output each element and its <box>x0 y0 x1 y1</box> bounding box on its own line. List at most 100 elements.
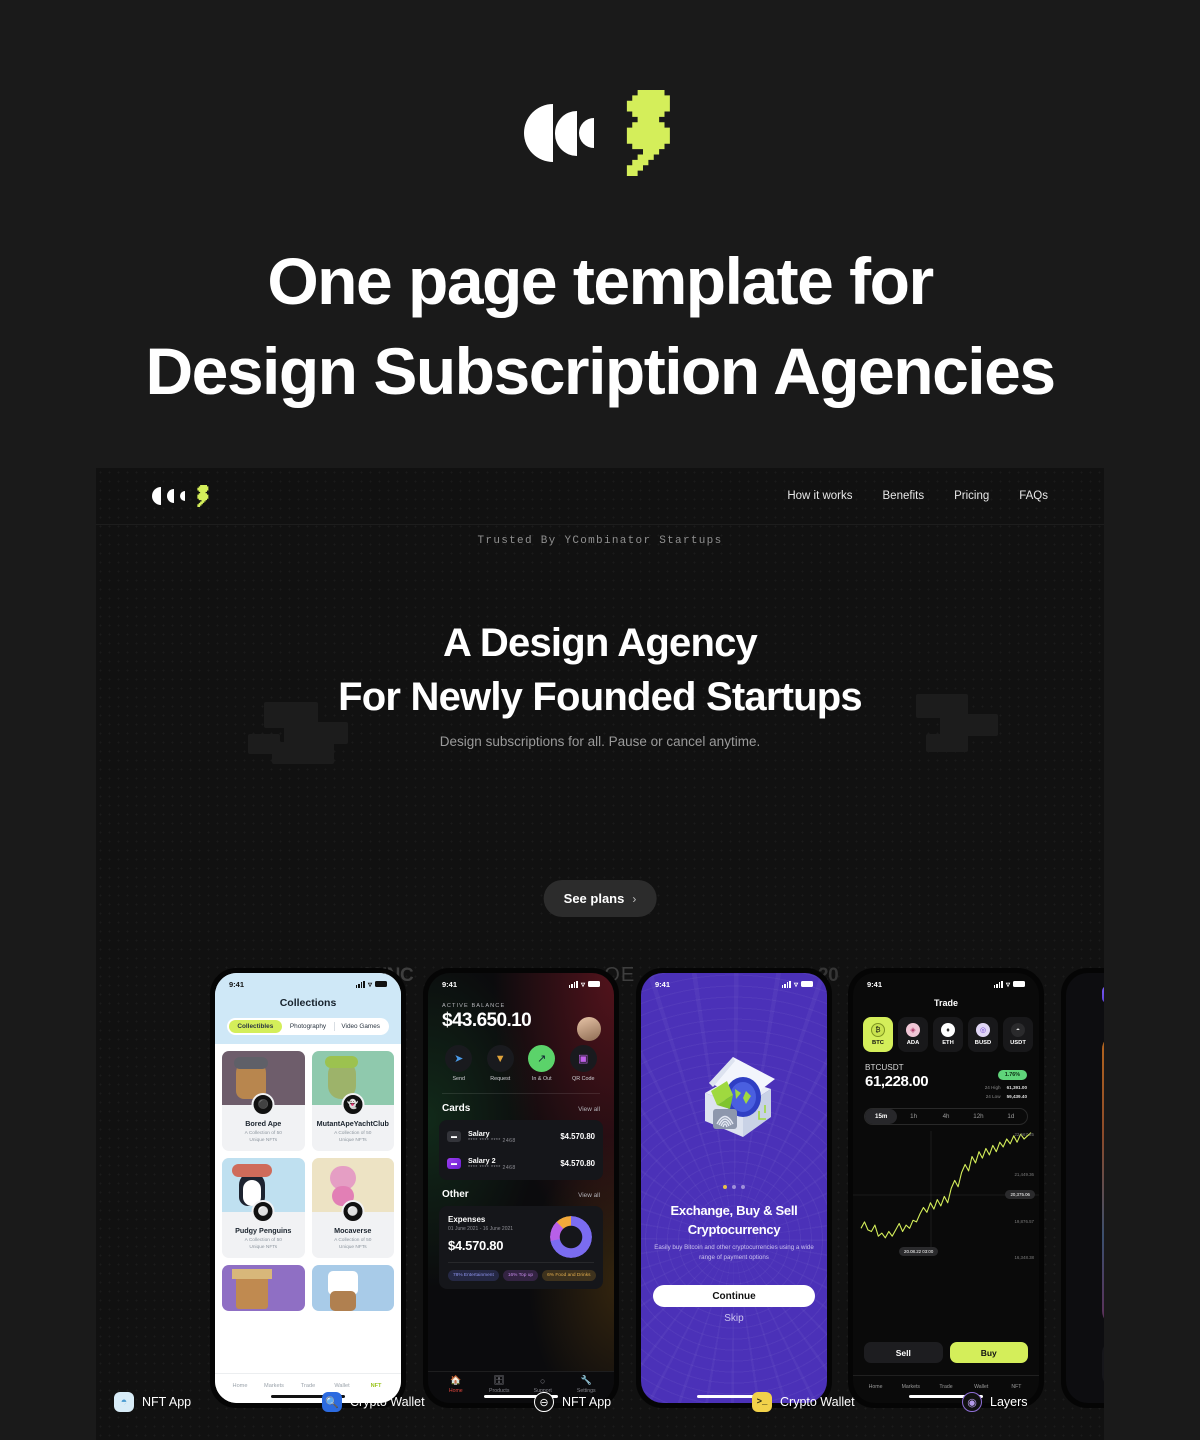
caption-layers: ◉ Layers <box>962 1392 1028 1412</box>
nft-card[interactable] <box>311 1265 394 1311</box>
tab-markets[interactable]: Markets <box>257 1383 291 1389</box>
navbar-logo[interactable] <box>152 485 210 507</box>
card-icon: ▬ <box>447 1131 461 1142</box>
cards-view-all[interactable]: View all <box>578 1106 600 1113</box>
nft-card[interactable]: ⚪ Pudgy Penguins A Collection of 50 Uniq… <box>222 1158 305 1258</box>
status-icons: ▿ <box>993 980 1025 989</box>
timeframe-1h[interactable]: 1h <box>897 1109 929 1124</box>
card-number: **** **** **** 2468 <box>468 1165 516 1171</box>
brand-logo <box>0 88 1200 178</box>
buy-button[interactable]: Buy <box>949 1342 1028 1363</box>
change-badge: 1.76% <box>997 1070 1027 1080</box>
status-time: 9:41 <box>655 979 671 989</box>
caption-crypto-wallet-2: >_ Crypto Wallet <box>752 1392 855 1412</box>
trusted-by-bar: Trusted By YCombinator Startups <box>96 524 1104 556</box>
low-row: 24 Low 59,439.40 <box>985 1094 1027 1099</box>
coin-busd[interactable]: ◎ BUSD <box>968 1017 998 1052</box>
tab-nft[interactable]: NFT <box>359 1383 393 1389</box>
trade-actions: Sell Buy <box>864 1342 1028 1363</box>
tab-home[interactable]: Home <box>858 1384 893 1390</box>
tab-wallet[interactable]: Wallet <box>325 1383 359 1389</box>
tab-markets[interactable]: Markets <box>893 1384 928 1390</box>
timeframe-4h[interactable]: 4h <box>930 1109 962 1124</box>
cards-list: ▬ Salary **** **** **** 2468 $4.570.80 ▬… <box>439 1120 603 1180</box>
timeframe-12h[interactable]: 12h <box>962 1109 994 1124</box>
nft-avatar-badge: ⚪ <box>341 1200 365 1223</box>
card-row[interactable]: ▬ Salary **** **** **** 2468 $4.570.80 <box>439 1123 603 1150</box>
phone-nft-app: 9:41 ▿ Collections Collectibles Photogra… <box>210 968 406 1408</box>
nav-link-faqs[interactable]: FAQs <box>1019 490 1048 502</box>
other-view-all[interactable]: View all <box>578 1192 600 1199</box>
price-chart[interactable]: 22,667.25 21,449.36 19,876.57 16,348.38 … <box>853 1131 1039 1281</box>
segment-collectibles[interactable]: Collectibles <box>229 1020 282 1033</box>
card-number: **** **** **** 2468 <box>468 1138 516 1144</box>
status-time: 9:41 <box>867 979 883 989</box>
wave-icon <box>524 104 594 162</box>
card-amount: $4.570.80 <box>560 1159 595 1168</box>
tab-wallet[interactable]: Wallet <box>964 1384 999 1390</box>
expenses-card[interactable]: Expenses 01 June 2021 - 16 June 2021 $4.… <box>439 1206 603 1289</box>
page-indicator-dots <box>641 1185 827 1189</box>
action-request[interactable]: ▼ Request <box>480 1045 522 1082</box>
dot-active <box>723 1185 727 1189</box>
journal-card[interactable]: Designluch noCode De Journaling 25 Jan: … <box>1102 1035 1104 1325</box>
nft-card[interactable]: 👻 MutantApeYachtClub A Collection of 50 … <box>311 1051 394 1151</box>
coin-selector[interactable]: ₿ BTC ◈ ADA ♦ ETH ◎ BUSD ◓ USDT <box>853 1008 1039 1052</box>
nft-card[interactable]: ⚫ Bored Ape A Collection of 50 Unique NF… <box>222 1051 305 1151</box>
nft-name: Bored Ape <box>245 1119 282 1128</box>
category-segmented-control[interactable]: Collectibles Photography Video Games <box>227 1018 389 1035</box>
action-in-and-out[interactable]: ↗ In & Out <box>521 1045 563 1082</box>
headline-line-1: One page template for <box>267 244 934 318</box>
card-row[interactable]: ▬ Salary 2 **** **** **** 2468 $4.570.80 <box>439 1150 603 1177</box>
nft-card[interactable]: ⚪ Mocaverse A Collection of 50 Unique NF… <box>311 1158 394 1258</box>
coin-eth[interactable]: ♦ ETH <box>933 1017 963 1052</box>
chevron-right-icon: › <box>632 891 637 906</box>
blue-magnifier-icon: 🔍 <box>322 1392 342 1412</box>
wrench-icon: 🔧 <box>580 1375 592 1385</box>
timeframe-15m[interactable]: 15m <box>865 1109 898 1124</box>
layers-footer-card[interactable]: Adventure with <box>1102 1341 1104 1387</box>
skip-button[interactable]: Skip <box>641 1313 827 1324</box>
eth-icon: ♦ <box>941 1023 955 1037</box>
coin-btc[interactable]: ₿ BTC <box>863 1017 893 1052</box>
sell-button[interactable]: Sell <box>864 1342 943 1363</box>
coin-ada[interactable]: ◈ ADA <box>898 1017 928 1052</box>
tab-trade[interactable]: Trade <box>928 1384 963 1390</box>
phone-crypto-wallet: 9:41 ▿ ACTIVE BALANCE $43.650.10 ➤ Send … <box>423 968 619 1408</box>
segment-photography[interactable]: Photography <box>282 1020 335 1033</box>
nft-card[interactable] <box>222 1265 305 1311</box>
y-tick-3: 16,348.38 <box>1014 1255 1034 1260</box>
nav-link-pricing[interactable]: Pricing <box>954 490 989 502</box>
caption-crypto-wallet-1: 🔍 Crypto Wallet <box>322 1392 425 1412</box>
y-tick-1: 21,449.36 <box>1014 1172 1034 1177</box>
hero-section: A Design Agency For Newly Founded Startu… <box>96 556 1104 986</box>
tab-trade[interactable]: Trade <box>291 1383 325 1389</box>
page-title: One page template for Design Subscriptio… <box>0 236 1200 416</box>
nav-link-how-it-works[interactable]: How it works <box>787 490 852 502</box>
see-plans-button[interactable]: See plans › <box>543 880 657 917</box>
cursor-time-label: 20.08.22 03:00 <box>899 1247 939 1256</box>
avatar[interactable] <box>577 1017 601 1041</box>
action-qr-code[interactable]: ▣ QR Code <box>563 1045 605 1082</box>
tab-support[interactable]: ○ Support <box>521 1376 565 1394</box>
timeframe-1d[interactable]: 1d <box>995 1109 1027 1124</box>
onboarding-title: Exchange, Buy & Sell Cryptocurrency <box>670 1203 798 1237</box>
trading-pair: BTCUSDT <box>865 1063 904 1072</box>
timeframe-selector[interactable]: 15m 1h 4h 12h 1d <box>864 1108 1028 1125</box>
dot <box>741 1185 745 1189</box>
tab-home[interactable]: Home <box>223 1383 257 1389</box>
nft-artwork: 👻 <box>311 1051 394 1116</box>
coin-usdt[interactable]: ◓ USDT <box>1003 1017 1033 1052</box>
balance-label: ACTIVE BALANCE <box>442 1003 506 1009</box>
nft-rainbow-icon: ◓ <box>114 1392 134 1412</box>
wifi-icon: ▿ <box>793 979 798 989</box>
tab-nft[interactable]: NFT <box>999 1384 1034 1390</box>
action-send[interactable]: ➤ Send <box>438 1045 480 1082</box>
segment-video-games[interactable]: Video Games <box>334 1020 387 1033</box>
chart-exchange-icon: ↗ <box>528 1045 556 1072</box>
trusted-by-text: Trusted By YCombinator Startups <box>477 534 723 547</box>
nav-link-benefits[interactable]: Benefits <box>883 490 925 502</box>
inbox-download-icon: ▼ <box>486 1045 514 1072</box>
continue-button[interactable]: Continue <box>653 1285 815 1307</box>
nft-artwork: ⚪ <box>222 1158 305 1223</box>
